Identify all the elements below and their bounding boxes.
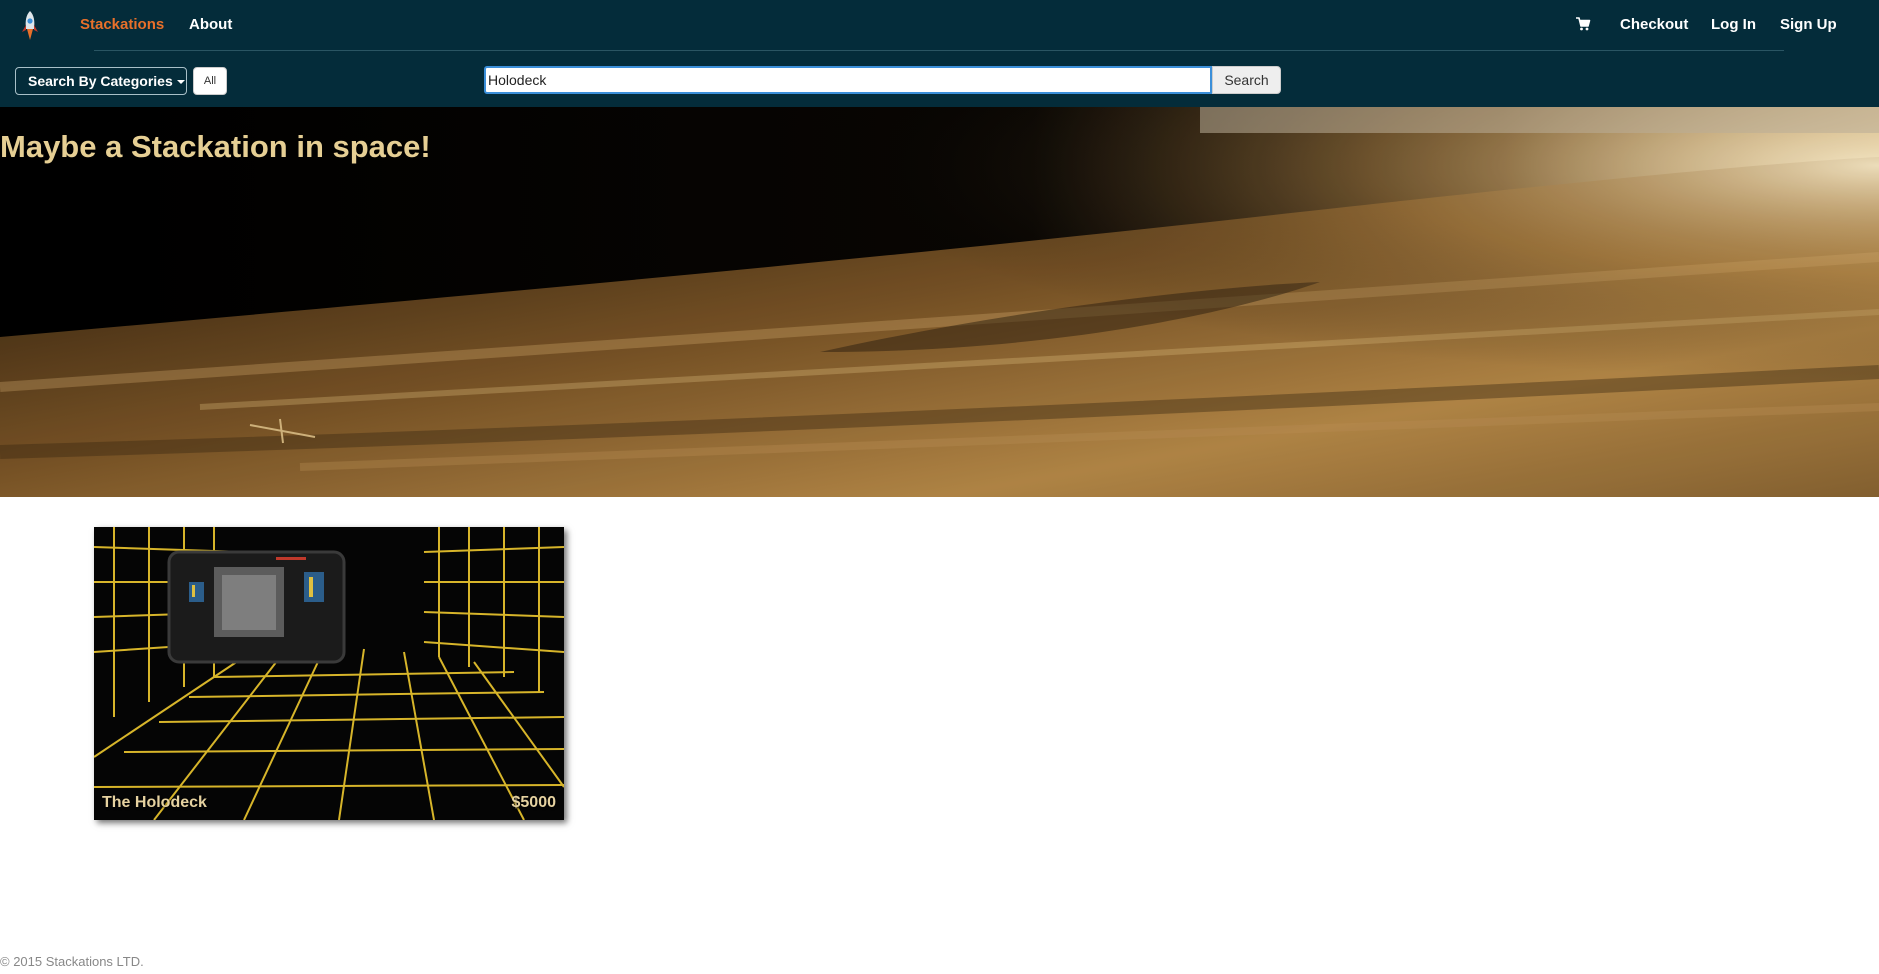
nav-link-signup[interactable]: Sign Up xyxy=(1780,16,1837,34)
category-dropdown-label: Search By Categories xyxy=(28,73,173,89)
footer-copyright: © 2015 Stackations LTD. xyxy=(0,954,144,969)
nav-link-about[interactable]: About xyxy=(189,16,232,34)
rocket-icon[interactable] xyxy=(20,10,40,42)
holodeck-image xyxy=(94,527,564,820)
result-card-price: $5000 xyxy=(511,794,557,811)
search-button[interactable]: Search xyxy=(1212,66,1281,94)
search-input[interactable] xyxy=(484,66,1212,94)
nav-link-login[interactable]: Log In xyxy=(1711,16,1756,34)
shopping-cart-icon[interactable] xyxy=(1575,16,1591,32)
caret-down-icon xyxy=(176,80,185,85)
nav-link-checkout[interactable]: Checkout xyxy=(1620,16,1688,34)
hero-banner: Maybe a Stackation in space! xyxy=(0,107,1879,497)
nav-divider xyxy=(94,50,1784,51)
hero-title: Maybe a Stackation in space! xyxy=(0,129,431,164)
all-categories-button[interactable]: All xyxy=(193,67,227,95)
category-dropdown-button[interactable]: Search By Categories xyxy=(15,67,187,95)
result-card-title: The Holodeck xyxy=(102,794,207,811)
nav-link-stackations[interactable]: Stackations xyxy=(80,16,164,34)
result-card[interactable]: The Holodeck $5000 xyxy=(94,527,564,820)
navbar: Stackations About Checkout Log In Sign U… xyxy=(0,0,1879,107)
